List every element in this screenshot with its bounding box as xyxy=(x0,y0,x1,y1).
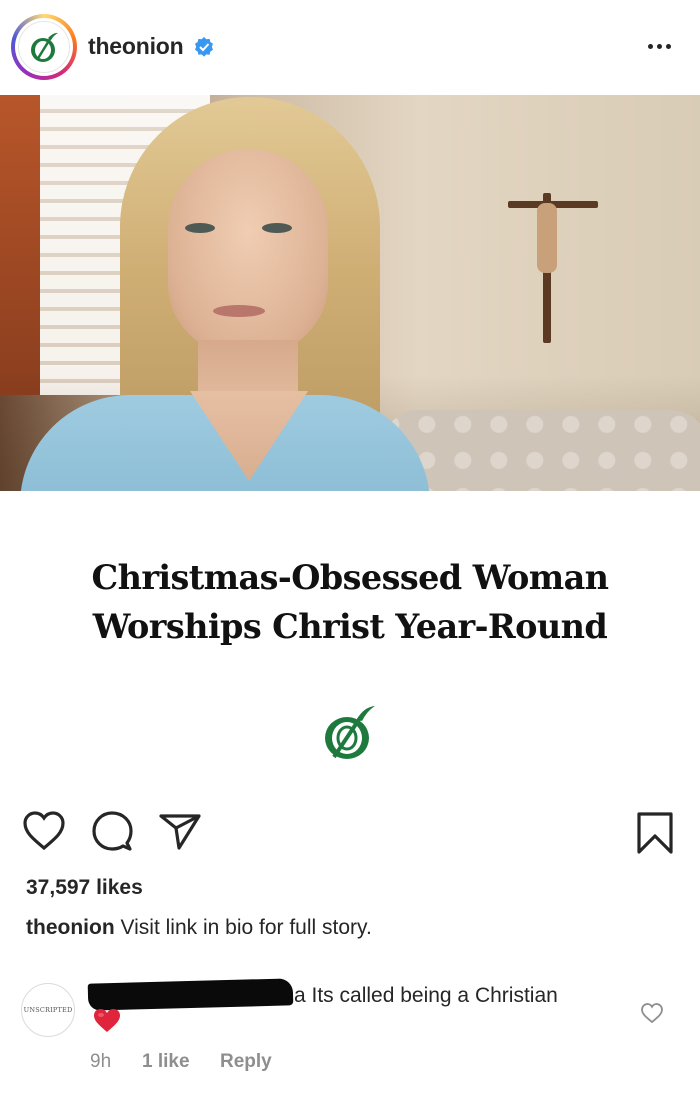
onion-logo-icon xyxy=(325,706,375,759)
onion-logo-icon xyxy=(18,21,70,73)
commenter-avatar[interactable]: UNSCRIPTED xyxy=(21,983,75,1037)
username[interactable]: theonion xyxy=(88,33,184,60)
article-headline: Christmas-Obsessed Woman Worships Christ… xyxy=(91,558,609,646)
more-options-icon[interactable] xyxy=(648,36,678,56)
profile-avatar[interactable] xyxy=(11,14,77,80)
like-count[interactable]: 37,597 likes xyxy=(26,876,143,900)
save-bookmark-icon[interactable] xyxy=(635,810,675,856)
comment-like-heart-icon[interactable] xyxy=(640,1002,664,1024)
like-heart-icon[interactable] xyxy=(22,810,66,852)
caption-text: Visit link in bio for full story. xyxy=(114,916,372,939)
comment-like-count[interactable]: 1 like xyxy=(142,1051,190,1073)
comment-text: a Its called being a Christian xyxy=(294,984,558,1007)
comment-bubble-icon[interactable] xyxy=(91,810,133,854)
comment-time: 9h xyxy=(90,1051,112,1072)
share-send-icon[interactable] xyxy=(158,810,202,852)
verified-badge-icon xyxy=(195,37,213,57)
red-heart-emoji-icon xyxy=(94,1009,120,1032)
post-image[interactable] xyxy=(0,95,700,491)
action-bar xyxy=(0,810,700,860)
redacted-username xyxy=(87,978,294,1011)
caption-username[interactable]: theonion xyxy=(26,916,115,939)
caption: theonion Visit link in bio for full stor… xyxy=(26,916,372,940)
reply-button[interactable]: Reply xyxy=(220,1051,272,1073)
post-header: theonion xyxy=(0,0,700,95)
